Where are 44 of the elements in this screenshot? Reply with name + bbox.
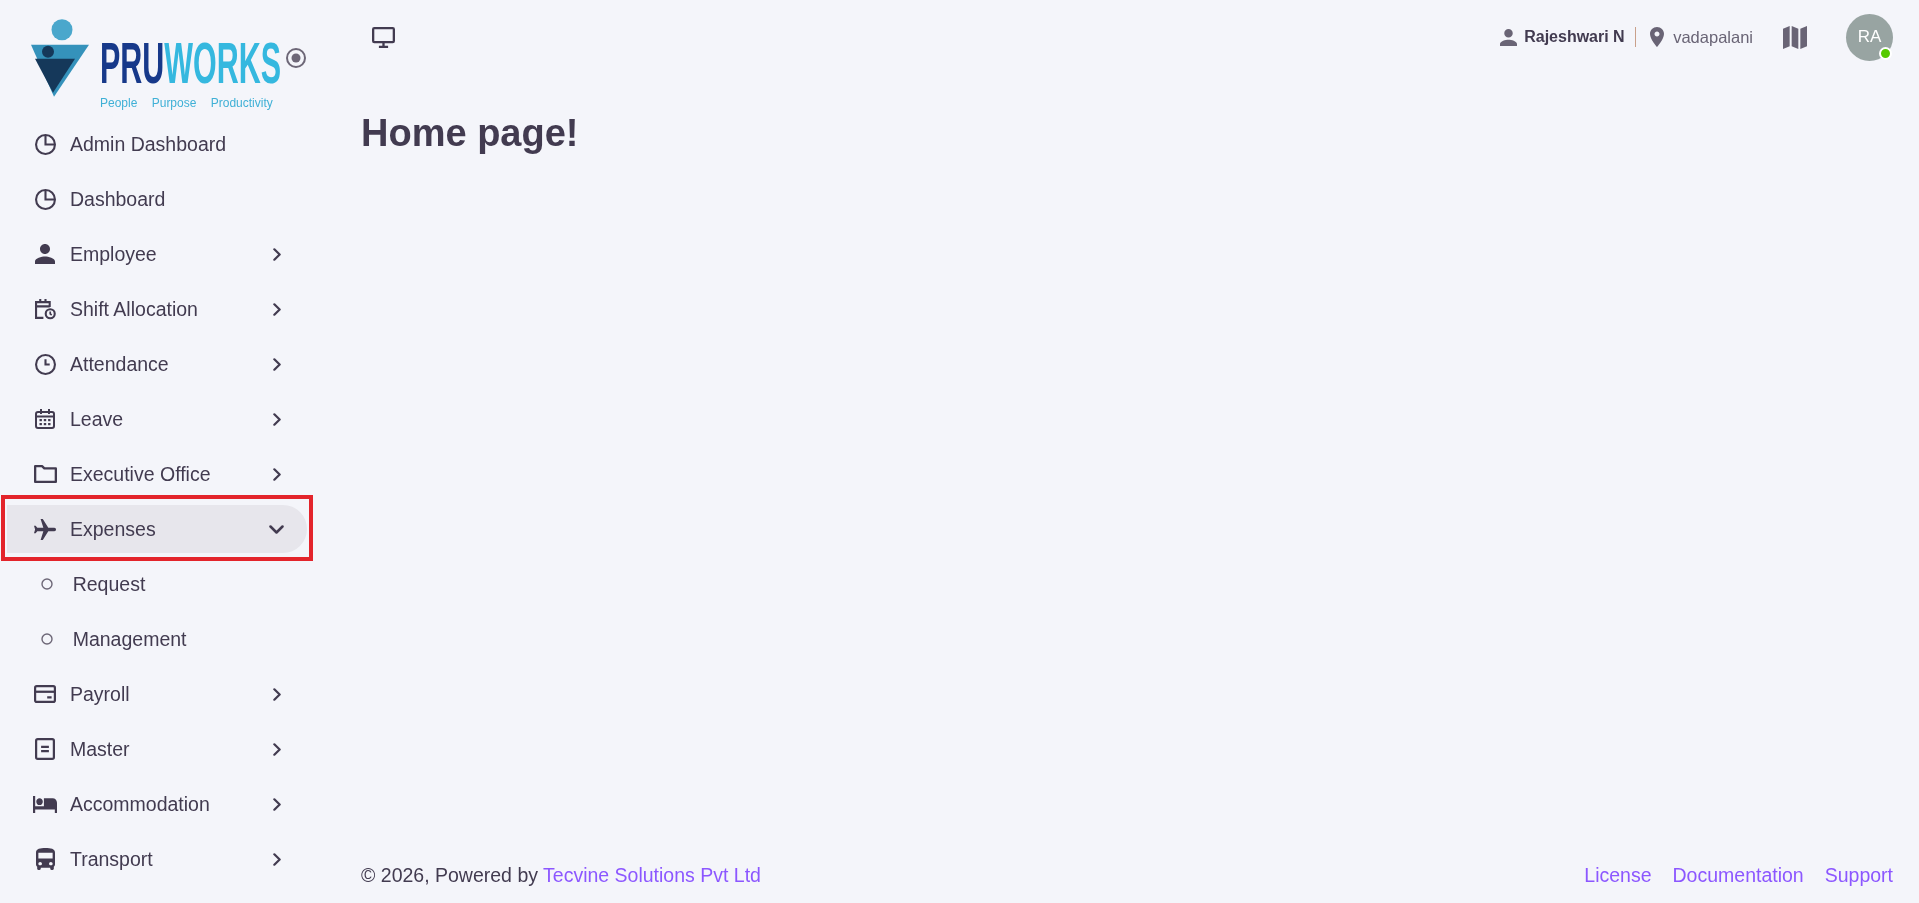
copyright-text: © 2026, Powered by Tecvine Solutions Pvt Ltd: [361, 862, 761, 888]
sidebar-item[interactable]: Transport: [7, 835, 307, 884]
location-pin-icon: [1650, 27, 1665, 47]
person-icon: [35, 244, 55, 265]
company-link[interactable]: Tecvine Solutions Pvt Ltd: [543, 863, 761, 886]
sidebar-item[interactable]: Admin Dashboard: [7, 120, 307, 169]
sidebar-item[interactable]: Accommodation: [7, 780, 307, 829]
logo-tagline: People Purpose Productivity: [100, 95, 273, 110]
sidebar-item[interactable]: Executive Office: [7, 450, 307, 499]
sidebar-item[interactable]: Expenses: [7, 505, 307, 554]
pie-chart-icon: [34, 133, 56, 155]
sidebar-item[interactable]: Master: [7, 725, 307, 774]
folder-icon: [33, 465, 57, 484]
document-icon: [35, 738, 55, 761]
footer-link[interactable]: Support: [1824, 860, 1893, 890]
sidebar-item[interactable]: Dashboard: [7, 175, 307, 224]
circle-icon: [41, 578, 53, 591]
calendar-icon: [35, 409, 55, 430]
bus-icon: [35, 848, 55, 871]
airplane-icon: [34, 518, 56, 540]
clock-icon: [34, 353, 56, 375]
calendar-clock-icon: [34, 298, 56, 320]
bed-icon: [33, 795, 57, 813]
footer-link[interactable]: License: [1584, 860, 1652, 890]
page-title: Home page!: [361, 111, 579, 156]
sidebar-subitem[interactable]: Management: [7, 615, 307, 664]
logo-icon: [31, 19, 89, 97]
logo-wordmark: PRUWORKS: [100, 41, 281, 85]
sidebar-item[interactable]: Attendance: [7, 340, 307, 389]
pie-chart-icon: [34, 188, 56, 210]
sidebar-item[interactable]: Payroll: [7, 670, 307, 719]
circle-icon: [41, 633, 53, 646]
sidebar-item[interactable]: Employee: [7, 230, 307, 279]
sidebar-subitem[interactable]: Request: [7, 560, 307, 609]
monitor-icon[interactable]: [372, 26, 395, 48]
map-icon[interactable]: [1783, 25, 1807, 49]
user-name: Rajeshwari N: [1524, 27, 1625, 47]
location-name: vadapalani: [1673, 26, 1753, 48]
footer-link[interactable]: Documentation: [1672, 860, 1804, 890]
sidebar-item[interactable]: Shift Allocation: [7, 285, 307, 334]
person-icon: [1500, 28, 1518, 46]
circle-dot-icon[interactable]: [286, 48, 306, 68]
card-icon: [34, 685, 56, 704]
sidebar-item[interactable]: Leave: [7, 395, 307, 444]
